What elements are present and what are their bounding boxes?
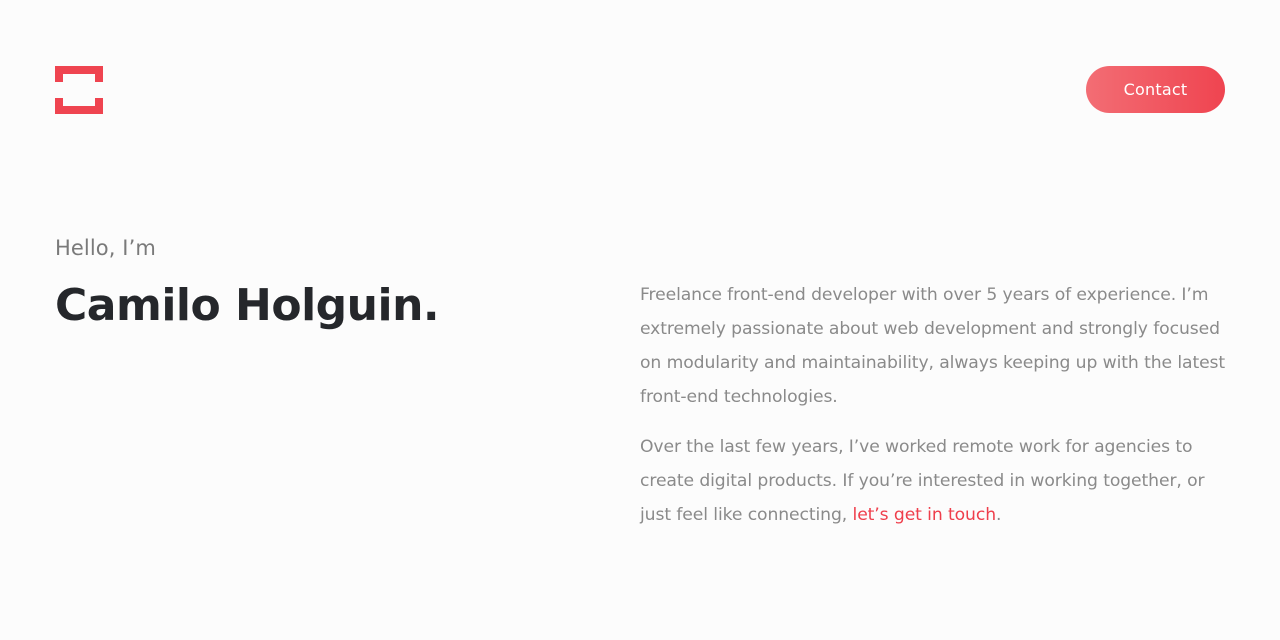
square-bracket-logo-icon (55, 66, 103, 114)
about-paragraph-2: Over the last few years, I’ve worked rem… (640, 430, 1230, 532)
name-heading: Camilo Holguin. (55, 280, 440, 331)
get-in-touch-link[interactable]: let’s get in touch (853, 505, 997, 525)
contact-button[interactable]: Contact (1086, 66, 1225, 113)
about-text: Freelance front-end developer with over … (640, 278, 1230, 548)
greeting-text: Hello, I’m (55, 236, 156, 260)
about-paragraph-1: Freelance front-end developer with over … (640, 285, 1226, 407)
about-paragraph-2-end: . (996, 505, 1002, 525)
page: Contact Hello, I’m Camilo Holguin. Freel… (0, 0, 1280, 640)
